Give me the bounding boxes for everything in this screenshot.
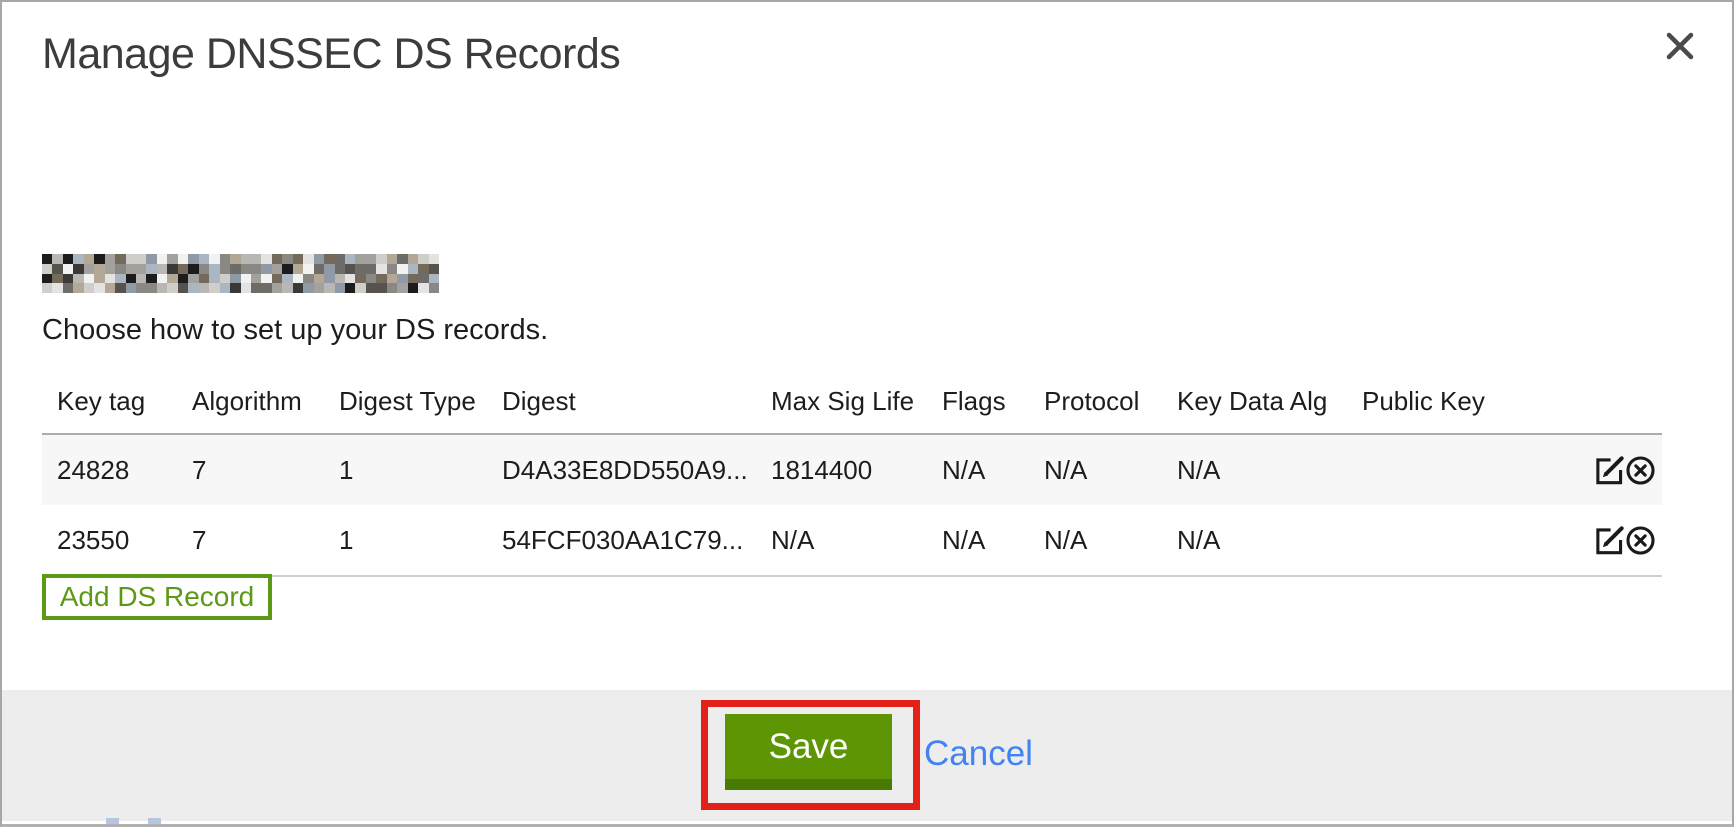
cell-digest-type: 1 bbox=[324, 434, 487, 505]
manage-dnssec-dialog: Manage DNSSEC DS Records Choose how to s… bbox=[0, 0, 1734, 827]
col-header-key-data-alg: Key Data Alg bbox=[1162, 362, 1347, 434]
edit-record-button[interactable] bbox=[1594, 525, 1625, 556]
cell-protocol: N/A bbox=[1029, 434, 1162, 505]
page-under-strip bbox=[2, 821, 1732, 824]
cell-key-data-alg: N/A bbox=[1162, 505, 1347, 576]
cell-actions bbox=[1570, 505, 1662, 576]
cell-protocol: N/A bbox=[1029, 505, 1162, 576]
cell-flags: N/A bbox=[927, 434, 1029, 505]
col-header-digest: Digest bbox=[487, 362, 756, 434]
cell-digest: 54FCF030AA1C79... bbox=[487, 505, 756, 576]
col-header-protocol: Protocol bbox=[1029, 362, 1162, 434]
dialog-footer: Save Cancel bbox=[2, 690, 1732, 824]
cell-max-sig-life: N/A bbox=[756, 505, 927, 576]
cell-key-data-alg: N/A bbox=[1162, 434, 1347, 505]
close-button[interactable] bbox=[1662, 28, 1698, 64]
save-button[interactable]: Save bbox=[725, 714, 892, 790]
col-header-key-tag: Key tag bbox=[42, 362, 177, 434]
table-row: 23550 7 1 54FCF030AA1C79... N/A N/A N/A … bbox=[42, 505, 1662, 576]
cell-key-tag: 24828 bbox=[42, 434, 177, 505]
edit-record-button[interactable] bbox=[1594, 455, 1625, 486]
cancel-link[interactable]: Cancel bbox=[924, 734, 1033, 774]
cell-algorithm: 7 bbox=[177, 505, 324, 576]
cell-key-tag: 23550 bbox=[42, 505, 177, 576]
cell-public-key bbox=[1347, 434, 1570, 505]
col-header-actions bbox=[1570, 362, 1662, 434]
page-under-fragment bbox=[106, 818, 119, 824]
cell-algorithm: 7 bbox=[177, 434, 324, 505]
cell-actions bbox=[1570, 434, 1662, 505]
delete-icon bbox=[1625, 455, 1656, 486]
cell-digest-type: 1 bbox=[324, 505, 487, 576]
delete-record-button[interactable] bbox=[1625, 455, 1656, 486]
col-header-digest-type: Digest Type bbox=[324, 362, 487, 434]
close-icon bbox=[1662, 52, 1698, 67]
cell-max-sig-life: 1814400 bbox=[756, 434, 927, 505]
delete-icon bbox=[1625, 525, 1656, 556]
page-under-fragment bbox=[148, 818, 161, 824]
cell-digest: D4A33E8DD550A9... bbox=[487, 434, 756, 505]
add-ds-record-button[interactable]: Add DS Record bbox=[42, 574, 272, 620]
cell-flags: N/A bbox=[927, 505, 1029, 576]
edit-icon bbox=[1594, 525, 1625, 556]
col-header-algorithm: Algorithm bbox=[177, 362, 324, 434]
redacted-domain bbox=[42, 254, 439, 293]
dialog-title: Manage DNSSEC DS Records bbox=[42, 30, 620, 79]
col-header-flags: Flags bbox=[927, 362, 1029, 434]
col-header-max-sig-life: Max Sig Life bbox=[756, 362, 927, 434]
table-row: 24828 7 1 D4A33E8DD550A9... 1814400 N/A … bbox=[42, 434, 1662, 505]
annotation-highlight: Save bbox=[701, 700, 920, 810]
cell-public-key bbox=[1347, 505, 1570, 576]
instruction-text: Choose how to set up your DS records. bbox=[42, 314, 548, 347]
ds-records-table: Key tag Algorithm Digest Type Digest Max… bbox=[42, 362, 1662, 577]
table-header-row: Key tag Algorithm Digest Type Digest Max… bbox=[42, 362, 1662, 434]
delete-record-button[interactable] bbox=[1625, 525, 1656, 556]
col-header-public-key: Public Key bbox=[1347, 362, 1570, 434]
edit-icon bbox=[1594, 455, 1625, 486]
